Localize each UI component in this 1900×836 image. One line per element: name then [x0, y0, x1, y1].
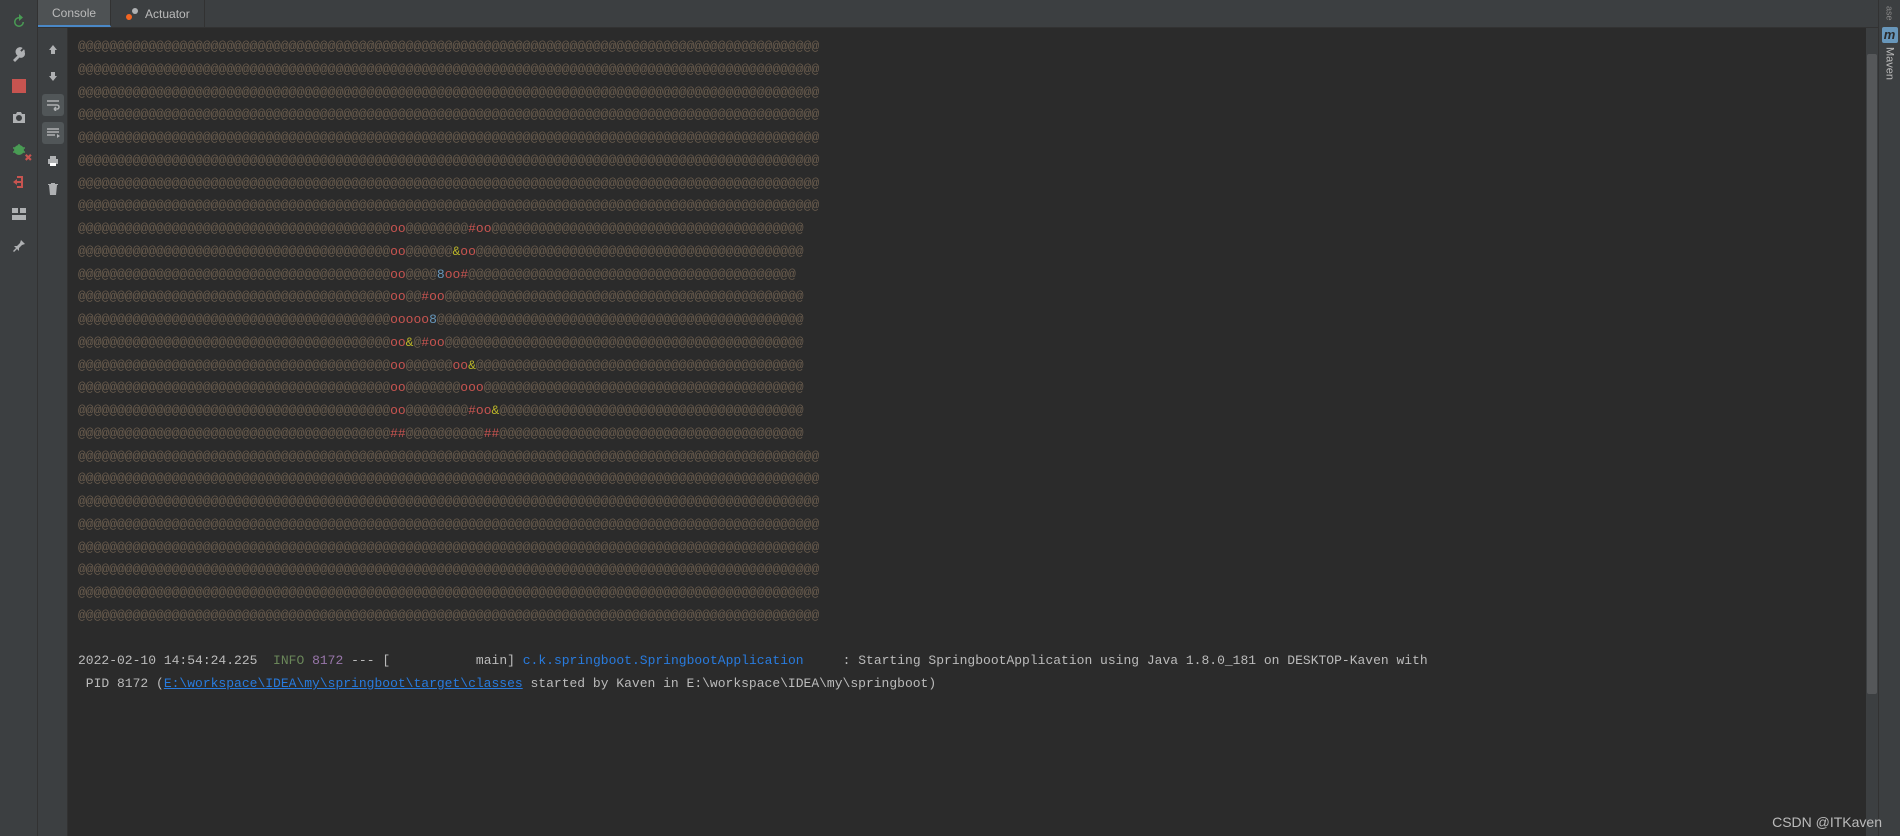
exit-icon[interactable] [7, 170, 31, 194]
up-arrow-icon[interactable] [42, 38, 64, 60]
maven-tool-button[interactable]: m Maven [1882, 27, 1898, 80]
main-area: Console Actuator @@@@@@@@@@@@@@@@@@@@@@@… [38, 0, 1878, 836]
console-toolbar [38, 28, 68, 836]
scrollbar-thumb[interactable] [1867, 54, 1877, 694]
actuator-icon [125, 7, 139, 21]
right-sidebar: ase m Maven [1878, 0, 1900, 836]
trash-icon[interactable] [42, 178, 64, 200]
left-toolbar: ✖ [0, 0, 38, 836]
stop-icon[interactable] [7, 74, 31, 98]
pin-icon[interactable] [7, 234, 31, 258]
camera-icon[interactable] [7, 106, 31, 130]
tab-console-label: Console [52, 6, 96, 20]
maven-icon: m [1882, 27, 1898, 43]
watermark: CSDN @ITKaven [1772, 814, 1882, 830]
tab-console[interactable]: Console [38, 0, 111, 27]
down-arrow-icon[interactable] [42, 66, 64, 88]
print-icon[interactable] [42, 150, 64, 172]
scrollbar-vertical[interactable] [1866, 28, 1878, 836]
bug-icon[interactable]: ✖ [7, 138, 31, 162]
rerun-icon[interactable] [7, 10, 31, 34]
layout-icon[interactable] [7, 202, 31, 226]
scroll-end-icon[interactable] [42, 122, 64, 144]
maven-label: Maven [1884, 47, 1896, 80]
tab-actuator[interactable]: Actuator [111, 0, 205, 27]
tab-bar: Console Actuator [38, 0, 1878, 28]
right-small-label: ase [1885, 6, 1895, 21]
tab-actuator-label: Actuator [145, 7, 190, 21]
wrench-icon[interactable] [7, 42, 31, 66]
content: @@@@@@@@@@@@@@@@@@@@@@@@@@@@@@@@@@@@@@@@… [38, 28, 1878, 836]
soft-wrap-icon[interactable] [42, 94, 64, 116]
console-output[interactable]: @@@@@@@@@@@@@@@@@@@@@@@@@@@@@@@@@@@@@@@@… [68, 28, 1866, 836]
